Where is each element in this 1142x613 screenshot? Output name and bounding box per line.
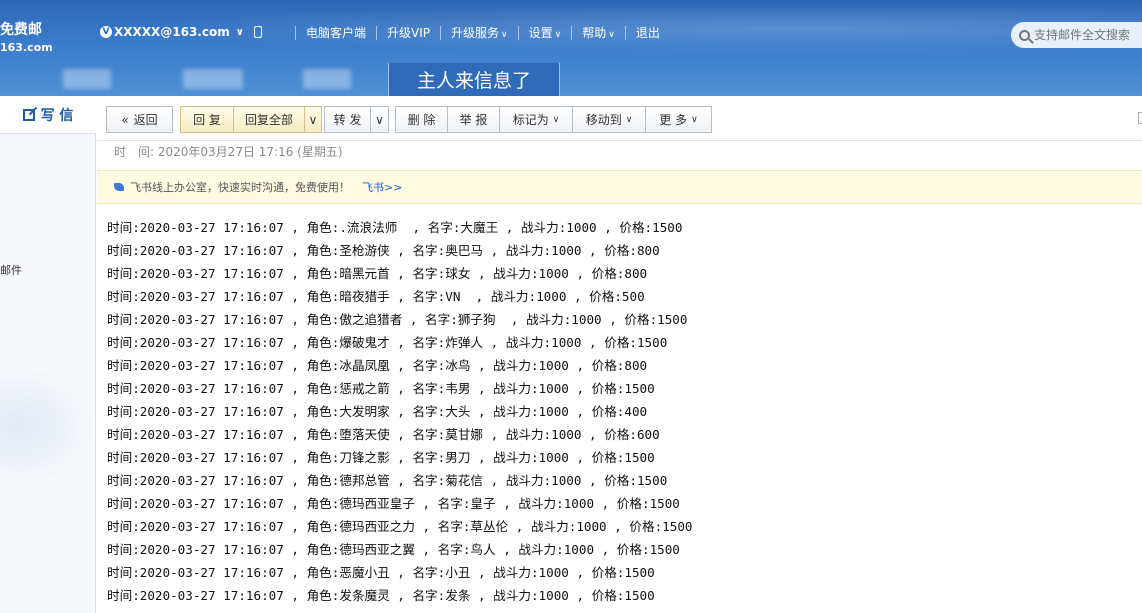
write-mail-label: 写 信 [40, 107, 74, 124]
sidebar: 写 信 邮件 [0, 96, 96, 613]
mail-body-line: 时间:2020-03-27 17:16:07 , 角色:德邦总管 , 名字:菊花… [107, 473, 668, 488]
delete-button[interactable]: 删 除 [395, 106, 448, 133]
promo-text: 飞书线上办公室，快速实时沟通，免费使用！ [130, 181, 350, 194]
account-menu[interactable]: V XXXXX@163.com ∨ [100, 25, 262, 39]
reply-button[interactable]: 回 复 [180, 106, 234, 133]
chevron-down-icon: ∨ [691, 114, 698, 125]
chevron-down-icon: ∨ [235, 26, 244, 38]
reply-group: 回 复 回复全部 ∨ [180, 106, 322, 133]
mail-body-line: 时间:2020-03-27 17:16:07 , 角色:惩戒之箭 , 名字:韦男… [107, 381, 655, 396]
mark-as-label: 标记为 [512, 113, 549, 127]
mail-body-line: 时间:2020-03-27 17:16:07 , 角色:恶魔小丑 , 名字:小丑… [107, 565, 655, 580]
mail-body-line: 时间:2020-03-27 17:16:07 , 角色:德玛西亚之力 , 名字:… [107, 519, 693, 534]
search-input[interactable] [1034, 28, 1139, 42]
mail-search[interactable] [1011, 22, 1142, 48]
mail-body-line: 时间:2020-03-27 17:16:07 , 角色:冰晶凤凰 , 名字:冰鸟… [107, 358, 648, 373]
more-button[interactable]: 更 多 ∨ [646, 106, 712, 133]
mail-body-line: 时间:2020-03-27 17:16:07 , 角色:傲之追猎者 , 名字:狮… [107, 312, 688, 327]
chevron-down-icon: ∨ [308, 112, 318, 127]
tab-blurred[interactable] [183, 69, 243, 89]
chevron-down-icon: ∨ [625, 114, 633, 125]
double-chevron-left-icon: « [121, 112, 129, 127]
tab-active-mail[interactable]: 主人来信息了 [388, 63, 560, 96]
tab-strip: 主人来信息了 [28, 63, 1142, 96]
mark-as-button[interactable]: 标记为 ∨ [500, 106, 573, 133]
nav-divider [376, 25, 378, 40]
top-nav: 电脑客户端 升级VIP 升级服务 设置 帮助 退出 [285, 24, 660, 41]
mobile-icon[interactable] [253, 26, 262, 38]
mail-time-label: 时 间: [114, 145, 155, 159]
nav-upgrade-service[interactable]: 升级服务 [451, 24, 508, 41]
mail-time: 时 间: 2020年03月27日 17:16 (星期五) [114, 143, 343, 160]
tab-blurred[interactable] [303, 69, 351, 89]
top-bar: 免费邮 163.com V XXXXX@163.com ∨ 电脑客户端 升级VI… [0, 0, 1142, 96]
feishu-icon [114, 183, 124, 191]
brand-line-2: 163.com [0, 41, 53, 54]
account-email: XXXXX@163.com [114, 25, 230, 39]
reply-all-button[interactable]: 回复全部 [234, 106, 305, 133]
forward-dropdown[interactable]: ∨ [371, 106, 389, 133]
mail-time-value: 2020年03月27日 17:16 (星期五) [157, 145, 343, 159]
reply-all-dropdown[interactable]: ∨ [305, 106, 322, 133]
move-to-label: 移动到 [585, 113, 622, 127]
mail-body-line: 时间:2020-03-27 17:16:07 , 角色:爆破鬼才 , 名字:炸弹… [107, 335, 668, 350]
mail-body-line: 时间:2020-03-27 17:16:07 , 角色:暗黑元首 , 名字:球女… [107, 266, 648, 281]
mail-body-line: 时间:2020-03-27 17:16:07 , 角色:德玛西亚皇子 , 名字:… [107, 496, 680, 511]
nav-divider [295, 25, 296, 40]
sidebar-item-mail[interactable]: 邮件 [0, 262, 22, 278]
forward-button[interactable]: 转 发 [324, 106, 371, 133]
compose-icon [22, 108, 35, 121]
tab-blurred[interactable] [63, 69, 111, 89]
chevron-down-icon: ∨ [375, 112, 384, 127]
sidebar-decoration [0, 366, 96, 486]
promo-banner: 飞书线上办公室，快速实时沟通，免费使用！ 飞书>> [97, 170, 1142, 204]
mail-toolbar: « 返回 回 复 回复全部 ∨ 转 发 ∨ 删 除 举 报 标记为 ∨ 移动到 ∨ … [97, 96, 1142, 141]
mail-body: 时间:2020-03-27 17:16:07 , 角色:.流浪法师 , 名字:大… [107, 216, 693, 607]
mail-body-line: 时间:2020-03-27 17:16:07 , 角色:圣枪游侠 , 名字:奥巴… [107, 243, 660, 258]
back-label: 返回 [133, 113, 158, 127]
nav-settings[interactable]: 设置 [529, 24, 562, 41]
nav-help[interactable]: 帮助 [582, 24, 615, 41]
mail-body-line: 时间:2020-03-27 17:16:07 , 角色:暗夜猎手 , 名字:VN… [107, 289, 645, 304]
nav-logout[interactable]: 退出 [636, 24, 660, 41]
back-button[interactable]: « 返回 [106, 106, 173, 133]
mail-body-line: 时间:2020-03-27 17:16:07 , 角色:.流浪法师 , 名字:大… [107, 220, 683, 235]
report-button[interactable]: 举 报 [448, 106, 500, 133]
nav-divider [517, 25, 519, 40]
nav-upgrade-vip[interactable]: 升级VIP [387, 24, 430, 41]
nav-desktop-client[interactable]: 电脑客户端 [306, 24, 366, 41]
brand-logo[interactable]: 免费邮 163.com [0, 22, 53, 56]
mail-body-line: 时间:2020-03-27 17:16:07 , 角色:刀锋之影 , 名字:男刀… [107, 450, 655, 465]
actions-group: 删 除 举 报 标记为 ∨ 移动到 ∨ 更 多 ∨ [395, 106, 712, 133]
move-to-button[interactable]: 移动到 ∨ [573, 106, 646, 133]
vip-badge-icon: V [100, 26, 112, 38]
write-mail-button[interactable]: 写 信 [0, 96, 96, 134]
chevron-down-icon: ∨ [552, 114, 560, 125]
mail-body-line: 时间:2020-03-27 17:16:07 , 角色:发条魔灵 , 名字:发条… [107, 588, 655, 603]
more-label: 更 多 [659, 113, 688, 127]
mail-reading-pane: 时 间: 2020年03月27日 17:16 (星期五) 飞书线上办公室，快速实… [97, 141, 1142, 613]
promo-link[interactable]: 飞书>> [362, 179, 402, 195]
toolbar-edge-control[interactable] [1138, 112, 1142, 124]
nav-divider [440, 25, 442, 40]
nav-divider [571, 25, 573, 40]
mail-body-line: 时间:2020-03-27 17:16:07 , 角色:德玛西亚之翼 , 名字:… [107, 542, 680, 557]
nav-divider [624, 25, 626, 40]
forward-group: 转 发 ∨ [324, 106, 389, 133]
brand-line-1: 免费邮 [0, 22, 42, 38]
mail-body-line: 时间:2020-03-27 17:16:07 , 角色:堕落天使 , 名字:莫甘… [107, 427, 660, 442]
mail-body-line: 时间:2020-03-27 17:16:07 , 角色:大发明家 , 名字:大头… [107, 404, 648, 419]
search-icon [1019, 29, 1030, 41]
